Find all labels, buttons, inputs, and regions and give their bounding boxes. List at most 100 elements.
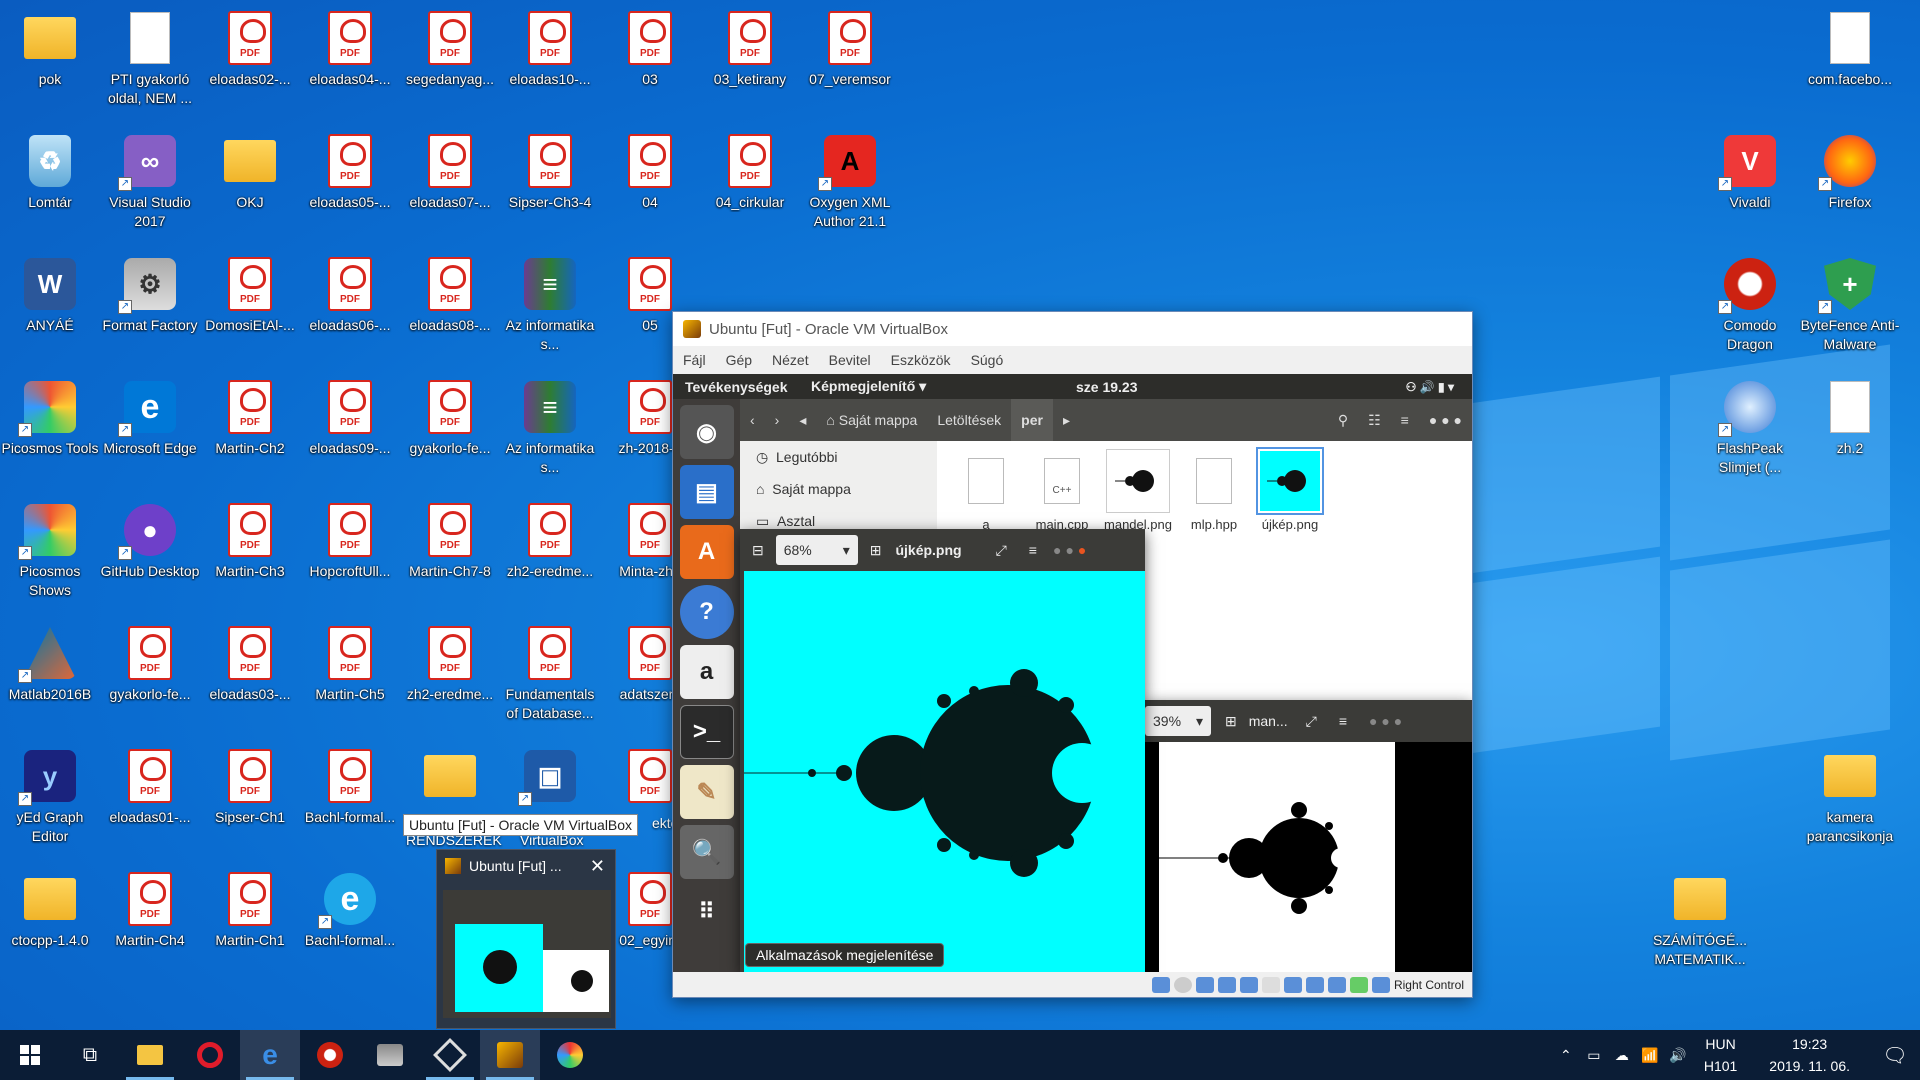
display-icon[interactable] <box>1283 976 1302 993</box>
language-indicator[interactable]: HUN H101 <box>1692 1033 1749 1077</box>
rhythmbox-icon[interactable]: ◉ <box>679 405 734 459</box>
menu-devices[interactable]: Eszközök <box>881 352 961 368</box>
notifications-icon[interactable]: 🗨 <box>1870 1043 1920 1068</box>
recording-icon[interactable] <box>1305 976 1324 993</box>
menu-machine[interactable]: Gép <box>716 352 762 368</box>
desktop-icon[interactable]: PDF zh2-eredme... <box>500 496 600 616</box>
optical-icon[interactable] <box>1173 976 1192 993</box>
search-icon[interactable]: ⚲ <box>1328 399 1358 441</box>
close-button[interactable]: ● <box>1078 542 1086 558</box>
edge-icon[interactable]: e <box>240 1030 300 1080</box>
host-key-icon[interactable] <box>1371 976 1390 993</box>
desktop-icon[interactable]: PDF Fundamentals of Database... <box>500 619 600 739</box>
desktop-icon[interactable]: ↗ FlashPeak Slimjet (... <box>1700 373 1800 493</box>
amazon-icon[interactable]: a <box>679 645 734 699</box>
desktop-icon[interactable]: com.facebo... <box>1800 4 1900 124</box>
format-factory-icon[interactable] <box>360 1030 420 1080</box>
wifi-icon[interactable]: 📶 <box>1636 1047 1664 1064</box>
desktop-icon[interactable]: PDF Bachl-formal... <box>300 742 400 862</box>
desktop-icon[interactable]: PDF Martin-Ch7-8 <box>400 496 500 616</box>
chevron-up-icon[interactable]: ⌃ <box>1552 1047 1580 1064</box>
desktop-icon[interactable]: PDF Sipser-Ch3-4 <box>500 127 600 247</box>
desktop-icon[interactable]: ↗ Matlab2016B <box>0 619 100 739</box>
desktop-icon[interactable]: ● ↗ GitHub Desktop <box>100 496 200 616</box>
vtx-icon[interactable] <box>1327 976 1346 993</box>
desktop-icon[interactable]: + ↗ ByteFence Anti-Malware <box>1800 250 1900 370</box>
network-icon[interactable] <box>1217 976 1236 993</box>
desktop-icon[interactable]: PDF HopcroftUll... <box>300 496 400 616</box>
desktop-icon[interactable]: PDF Sipser-Ch1 <box>200 742 300 862</box>
battery-icon[interactable]: ▭ <box>1580 1047 1608 1064</box>
desktop-icon[interactable]: PDF Martin-Ch3 <box>200 496 300 616</box>
desktop-icon[interactable]: PDF 04_cirkular <box>700 127 800 247</box>
comodo-dragon-icon[interactable] <box>300 1030 360 1080</box>
desktop-icon[interactable]: SZÁMÍTÓGÉ... MATEMATIK... <box>1650 865 1750 985</box>
viewer2-zoom[interactable]: 39% ▾ <box>1145 706 1211 736</box>
desktop-icon[interactable]: PDF DomosiEtAl-... <box>200 250 300 370</box>
back-button[interactable]: ‹ <box>740 399 765 441</box>
window-titlebar[interactable]: Ubuntu [Fut] - Oracle VM VirtualBox <box>673 312 1472 346</box>
desktop-icon[interactable]: PDF gyakorlo-fe... <box>400 373 500 493</box>
desktop-icon[interactable]: ≡ Az informatika s... <box>500 250 600 370</box>
virtualbox-manager-icon[interactable] <box>420 1030 480 1080</box>
path-home[interactable]: ⌂ Saját mappa <box>816 399 927 441</box>
view-options-icon[interactable]: ☷ <box>1358 399 1391 441</box>
desktop-icon[interactable]: e ↗ Bachl-formal... <box>300 865 400 985</box>
desktop-icon[interactable]: PDF gyakorlo-fe... <box>100 619 200 739</box>
viewer1-zoom[interactable]: 68% ▾ <box>775 535 858 565</box>
desktop-icon[interactable]: W ANYÁÉ <box>0 250 100 370</box>
show-applications-icon[interactable]: ⠿ <box>680 885 734 939</box>
paint-icon[interactable] <box>540 1030 600 1080</box>
menu-view[interactable]: Nézet <box>762 352 819 368</box>
desktop-icon[interactable]: ctocpp-1.4.0 <box>0 865 100 985</box>
fullscreen-icon[interactable]: ⤢ <box>1306 713 1317 730</box>
desktop-icon[interactable]: PDF eloadas10-... <box>500 4 600 124</box>
desktop-icon[interactable]: PDF Martin-Ch5 <box>300 619 400 739</box>
desktop-icon[interactable]: PDF eloadas03-... <box>200 619 300 739</box>
usb-icon[interactable] <box>1239 976 1258 993</box>
desktop-icon[interactable]: A ↗ Oxygen XML Author 21.1 <box>800 127 900 247</box>
desktop-icon[interactable]: PDF eloadas09-... <box>300 373 400 493</box>
path-downloads[interactable]: Letöltések <box>927 399 1011 441</box>
desktop-icon[interactable]: PDF Martin-Ch4 <box>100 865 200 985</box>
desktop-icon[interactable]: PDF eloadas01-... <box>100 742 200 862</box>
audio-icon[interactable] <box>1195 976 1214 993</box>
desktop-icon[interactable]: PDF eloadas05-... <box>300 127 400 247</box>
shared-folder-icon[interactable] <box>1261 976 1280 993</box>
forward-button[interactable]: › <box>765 399 790 441</box>
help-icon[interactable]: ? <box>679 585 734 639</box>
system-tray-icons[interactable]: ⚇ 🔊 ▮ ▾ <box>1406 380 1454 394</box>
desktop-icon[interactable]: kamera parancsikonja <box>1800 742 1900 862</box>
taskbar-preview[interactable]: Ubuntu [Fut] ... ✕ <box>436 849 616 1029</box>
preview-close-icon[interactable]: ✕ <box>590 856 605 877</box>
text-editor-icon[interactable]: ✎ <box>679 765 734 819</box>
desktop-icon[interactable]: ↗ Picosmos Shows <box>0 496 100 616</box>
desktop-icon[interactable]: PDF 07_veremsor <box>800 4 900 124</box>
viewer2-zoom-in[interactable]: ⊞ <box>1225 713 1237 730</box>
desktop-icon[interactable]: ↗ Firefox <box>1800 127 1900 247</box>
opera-icon[interactable] <box>180 1030 240 1080</box>
path-current[interactable]: per <box>1011 399 1053 441</box>
volume-icon[interactable]: 🔊 <box>1664 1047 1692 1064</box>
menu-icon[interactable]: ≡ <box>1391 399 1419 441</box>
sidebar-item-home[interactable]: ⌂ Saját mappa <box>740 473 937 505</box>
image-viewer-mandel[interactable]: 39% ▾ ⊞ man... ⤢ ≡ ● ● ● <box>1143 700 1472 974</box>
desktop-icon[interactable]: PTI gyakorló oldal, NEM ... <box>100 4 200 124</box>
desktop-icon[interactable]: PDF zh2-eredme... <box>400 619 500 739</box>
desktop-icon[interactable]: ♻ Lomtár <box>0 127 100 247</box>
desktop-icon[interactable]: e ↗ Microsoft Edge <box>100 373 200 493</box>
desktop-icon[interactable]: PDF Martin-Ch2 <box>200 373 300 493</box>
viewer1-zoom-out[interactable]: ⊟ <box>752 542 764 559</box>
path-right-arrow[interactable]: ▸ <box>1053 399 1080 441</box>
desktop-icon[interactable]: V ↗ Vivaldi <box>1700 127 1800 247</box>
path-left-arrow[interactable]: ◂ <box>789 399 816 441</box>
desktop-icon[interactable]: ∞ ↗ Visual Studio 2017 <box>100 127 200 247</box>
desktop-icon[interactable]: ⚙ ↗ Format Factory <box>100 250 200 370</box>
desktop-icon[interactable]: PDF Martin-Ch1 <box>200 865 300 985</box>
menu-help[interactable]: Súgó <box>961 352 1014 368</box>
desktop-icon[interactable]: ≡ Az informatika s... <box>500 373 600 493</box>
desktop-icon[interactable]: PDF segedanyag... <box>400 4 500 124</box>
sidebar-item-recent[interactable]: ◷ Legutóbbi <box>740 441 937 473</box>
guest-screen[interactable]: Tevékenységek Képmegjelenítő ▾ sze 19.23… <box>673 374 1472 974</box>
menu-file[interactable]: Fájl <box>673 352 716 368</box>
